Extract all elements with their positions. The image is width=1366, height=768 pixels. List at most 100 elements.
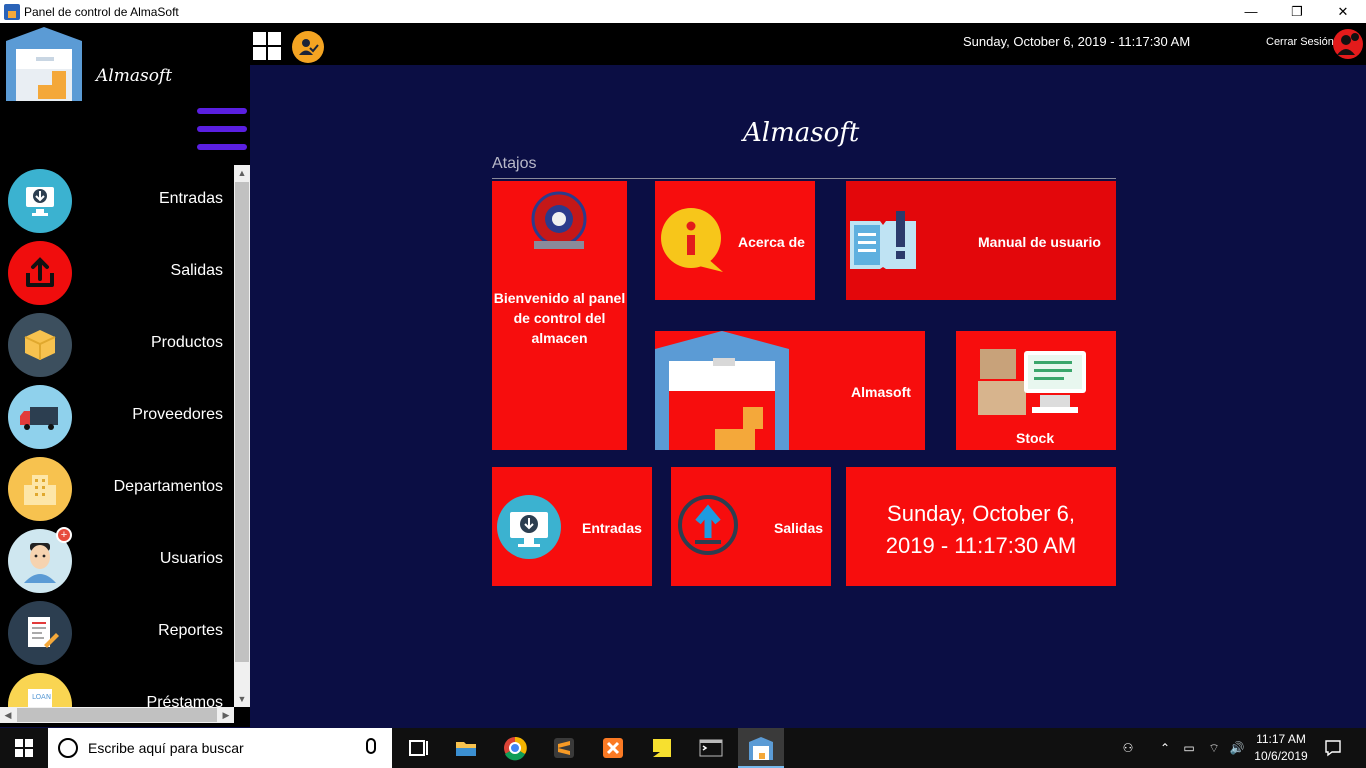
upload-arrow-icon xyxy=(678,495,738,555)
tile-manual[interactable]: Manual de usuario xyxy=(846,181,1116,300)
maximize-button[interactable]: ❐ xyxy=(1274,0,1320,23)
add-badge-icon: + xyxy=(56,527,72,543)
sidebar-menu: Entradas Salidas Productos Proveedores D… xyxy=(0,165,234,707)
sidebar-item-prestamos[interactable]: LOAN Préstamos xyxy=(0,669,234,707)
upload-icon xyxy=(8,241,72,305)
action-center-icon[interactable] xyxy=(1324,739,1342,757)
download-monitor-icon xyxy=(8,169,72,233)
file-explorer-icon[interactable] xyxy=(450,732,482,764)
hamburger-menu-icon[interactable] xyxy=(197,108,247,156)
box-icon xyxy=(8,313,72,377)
svg-text:LOAN: LOAN xyxy=(32,693,51,701)
clock-date: Sunday, October 6, xyxy=(887,501,1075,526)
microphone-icon[interactable] xyxy=(366,738,376,754)
sidebar-item-reportes[interactable]: Reportes xyxy=(0,597,234,669)
search-placeholder: Escribe aquí para buscar xyxy=(88,740,244,756)
wifi-icon[interactable]: ⌔ xyxy=(1206,740,1222,756)
tile-salidas-label: Salidas xyxy=(774,520,824,536)
sidebar-item-label: Productos xyxy=(150,334,223,351)
stock-inventory-icon xyxy=(978,349,1086,415)
tile-entradas[interactable]: Entradas xyxy=(492,467,652,586)
windows-start-icon xyxy=(15,739,33,757)
clock-time: 2019 - 11:17:30 AM xyxy=(885,533,1077,558)
minimize-button[interactable]: — xyxy=(1228,0,1274,23)
window-title: Panel de control de AlmaSoft xyxy=(24,4,179,19)
shortcuts-section-label: Atajos xyxy=(492,155,537,172)
sublime-text-icon[interactable] xyxy=(548,732,580,764)
scroll-up-icon[interactable]: ▲ xyxy=(234,165,250,181)
sidebar-horizontal-scrollbar[interactable]: ◀ ▶ xyxy=(0,707,234,723)
tile-stock-label: Stock xyxy=(1016,430,1055,446)
sticky-notes-icon[interactable] xyxy=(646,732,678,764)
loan-icon: LOAN xyxy=(8,673,72,707)
sidebar-item-label: Salidas xyxy=(170,262,223,279)
sidebar-item-label: Entradas xyxy=(158,190,223,207)
section-divider xyxy=(492,178,1116,179)
building-icon xyxy=(8,457,72,521)
sidebar-item-label: Usuarios xyxy=(159,550,223,567)
tile-welcome[interactable]: Bienvenido al panel de control del almac… xyxy=(492,181,627,450)
close-button[interactable]: ✕ xyxy=(1320,0,1366,23)
sidebar: Almasoft Entradas Salidas Productos Prov… xyxy=(0,23,250,727)
logout-icon[interactable] xyxy=(1333,29,1363,59)
tile-salidas[interactable]: Salidas xyxy=(671,467,831,586)
tile-manual-label: Manual de usuario xyxy=(978,234,1101,250)
chrome-icon[interactable] xyxy=(499,732,531,764)
main-title: Almasoft xyxy=(743,118,860,148)
task-view-icon[interactable] xyxy=(402,732,434,764)
tile-about-label: Acerca de xyxy=(738,234,805,250)
manual-book-icon xyxy=(850,211,916,269)
sidebar-item-salidas[interactable]: Salidas xyxy=(0,237,234,309)
window-titlebar: Panel de control de AlmaSoft — ❐ ✕ xyxy=(0,0,1366,23)
sidebar-item-productos[interactable]: Productos xyxy=(0,309,234,381)
scroll-thumb[interactable] xyxy=(17,708,217,722)
taskbar-search-box[interactable]: Escribe aquí para buscar xyxy=(48,728,392,768)
logout-label[interactable]: Cerrar Sesión xyxy=(1266,36,1334,48)
info-icon xyxy=(661,208,723,272)
taskbar-clock[interactable]: 11:17 AM 10/6/2019 xyxy=(1250,731,1312,765)
tile-stock[interactable]: Stock xyxy=(956,331,1116,450)
sidebar-item-label: Proveedores xyxy=(132,406,223,423)
warehouse-logo-icon xyxy=(6,27,82,101)
sidebar-item-usuarios[interactable]: + Usuarios xyxy=(0,525,234,597)
clock-text: Sunday, October 6, 2019 - 11:17:30 AM xyxy=(846,498,1116,562)
scroll-left-icon[interactable]: ◀ xyxy=(0,707,16,723)
taskbar: Escribe aquí para buscar ⚇ ⌃ ▭ ⌔ 🔊 11:17… xyxy=(0,728,1366,768)
scroll-right-icon[interactable]: ▶ xyxy=(218,707,234,723)
people-icon[interactable]: ⚇ xyxy=(1120,740,1136,756)
sidebar-vertical-scrollbar[interactable]: ▲ ▼ xyxy=(234,165,250,707)
scroll-thumb[interactable] xyxy=(235,182,249,662)
tile-almasoft-label: Almasoft xyxy=(851,384,911,400)
taskbar-date: 10/6/2019 xyxy=(1254,749,1308,763)
download-monitor-icon xyxy=(497,495,561,559)
battery-icon[interactable]: ▭ xyxy=(1181,740,1197,756)
report-icon xyxy=(8,601,72,665)
tile-welcome-label: Bienvenido al panel de control del almac… xyxy=(493,290,626,346)
sidebar-item-entradas[interactable]: Entradas xyxy=(0,165,234,237)
header-datetime: Sunday, October 6, 2019 - 11:17:30 AM xyxy=(963,34,1191,49)
start-button[interactable] xyxy=(0,728,48,768)
sidebar-item-proveedores[interactable]: Proveedores xyxy=(0,381,234,453)
app-icon xyxy=(4,3,20,20)
cortana-icon xyxy=(58,738,78,758)
sidebar-item-label: Departamentos xyxy=(113,478,223,495)
volume-icon[interactable]: 🔊 xyxy=(1229,740,1245,756)
command-prompt-icon[interactable] xyxy=(695,732,727,764)
scroll-down-icon[interactable]: ▼ xyxy=(234,691,250,707)
windows-logo-icon[interactable] xyxy=(253,32,281,60)
institute-seal-icon xyxy=(531,191,587,249)
tile-about[interactable]: Acerca de xyxy=(655,181,815,300)
sidebar-logo-text: Almasoft xyxy=(96,66,173,86)
xampp-icon[interactable] xyxy=(597,732,629,764)
user-check-icon[interactable] xyxy=(292,31,324,63)
show-hidden-icons-icon[interactable]: ⌃ xyxy=(1157,740,1173,756)
sidebar-item-label: Préstamos xyxy=(146,694,223,707)
tile-entradas-label: Entradas xyxy=(582,520,642,536)
taskbar-time: 11:17 AM xyxy=(1256,732,1306,746)
warehouse-icon xyxy=(655,331,789,450)
almasoft-taskbar-app[interactable] xyxy=(738,728,784,768)
sidebar-item-departamentos[interactable]: Departamentos xyxy=(0,453,234,525)
tile-almasoft[interactable]: Almasoft xyxy=(655,331,925,450)
sidebar-item-label: Reportes xyxy=(158,622,223,639)
tile-clock: Sunday, October 6, 2019 - 11:17:30 AM xyxy=(846,467,1116,586)
